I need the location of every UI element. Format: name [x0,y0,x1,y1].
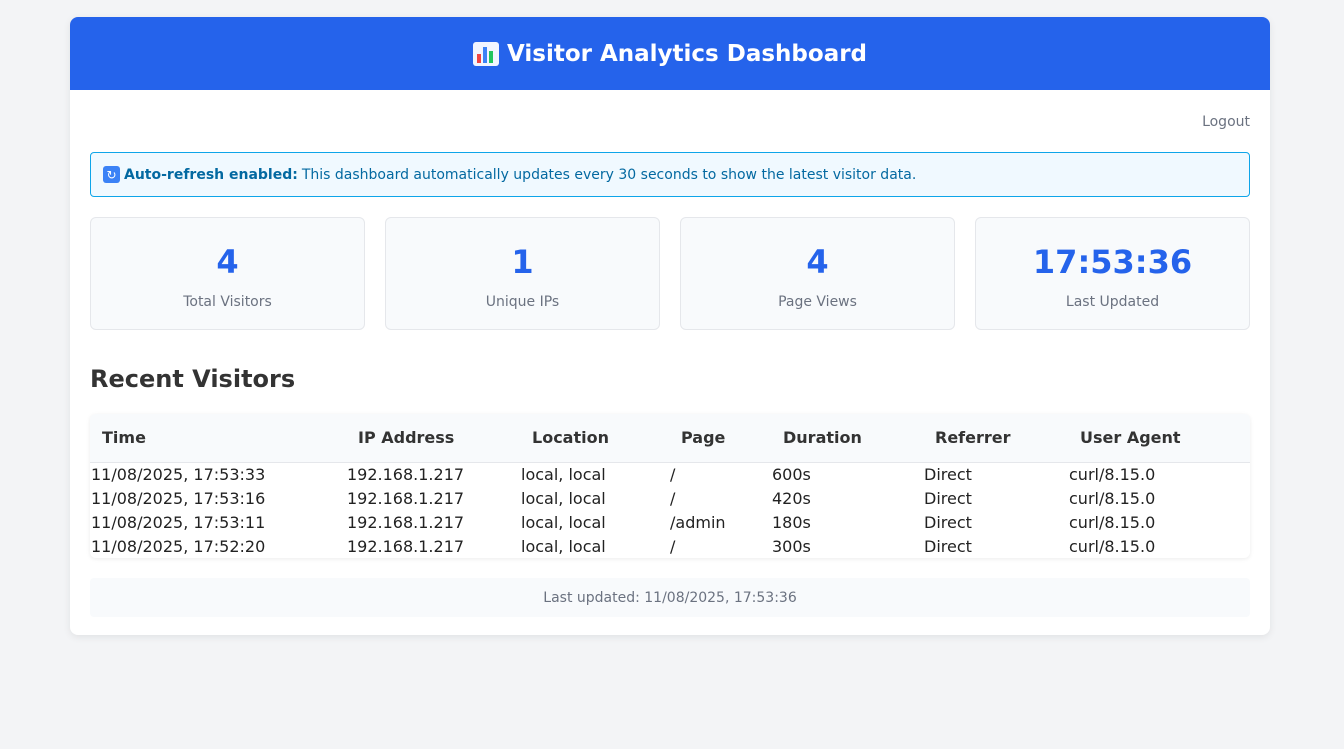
column-header-location[interactable]: Location [520,414,669,463]
cell-page: /admin [670,512,726,532]
cell-time: 11/08/2025, 17:53:16 [91,488,266,508]
column-header-duration[interactable]: Duration [771,414,923,463]
last-updated-footer: Last updated: 11/08/2025, 17:53:36 [90,578,1250,617]
cell-time: 11/08/2025, 17:53:11 [91,512,266,532]
cell-duration: 600s [772,464,811,484]
stat-value: 17:53:36 [1032,243,1193,281]
cell-location: local, local [521,488,606,508]
cell-ip-address: 192.168.1.217 [347,512,465,532]
stat-value: 1 [511,243,534,281]
page-title: Visitor Analytics Dashboard [506,40,868,67]
column-header-ip-address[interactable]: IP Address [346,414,520,463]
cell-time: 11/08/2025, 17:53:33 [91,464,266,484]
auto-refresh-notice: ↻ Auto-refresh enabled: This dashboard a… [90,152,1250,197]
stat-label: Total Visitors [183,294,272,310]
cell-ip-address: 192.168.1.217 [347,488,465,508]
cell-referrer: Direct [924,488,972,508]
visitors-table-container: Time IP Address Location Page Duration R… [90,414,1250,558]
cell-duration: 180s [772,512,811,532]
recent-visitors-heading: Recent Visitors [90,365,296,393]
stat-card-total-visitors: 4 Total Visitors [90,217,365,330]
stats-row: 4 Total Visitors 1 Unique IPs 4 Page Vie… [90,217,1250,330]
stat-value: 4 [806,243,829,281]
cell-user-agent: curl/8.15.0 [1069,536,1156,556]
dashboard-card: Visitor Analytics Dashboard Logout ↻ Aut… [70,17,1270,635]
cell-ip-address: 192.168.1.217 [347,536,465,556]
refresh-icon: ↻ [103,166,120,183]
table-header-row: Time IP Address Location Page Duration R… [90,414,1250,463]
table-row: 11/08/2025, 17:53:11 192.168.1.217 local… [90,510,1250,534]
notice-bold-label: Auto-refresh enabled: [124,166,298,183]
cell-ip-address: 192.168.1.217 [347,464,465,484]
main-content: Logout ↻ Auto-refresh enabled: This dash… [70,90,1270,617]
stat-label: Last Updated [1065,294,1160,310]
cell-page: / [670,464,676,484]
header-bar: Visitor Analytics Dashboard [70,17,1270,90]
cell-user-agent: curl/8.15.0 [1069,488,1156,508]
cell-location: local, local [521,512,606,532]
cell-duration: 420s [772,488,811,508]
cell-location: local, local [521,464,606,484]
table-row: 11/08/2025, 17:53:33 192.168.1.217 local… [90,462,1250,486]
stat-card-page-views: 4 Page Views [680,217,955,330]
stat-card-last-updated: 17:53:36 Last Updated [975,217,1250,330]
table-row: 11/08/2025, 17:53:16 192.168.1.217 local… [90,486,1250,510]
column-header-page[interactable]: Page [669,414,771,463]
cell-referrer: Direct [924,512,972,532]
bar-chart-icon [472,41,499,66]
notice-text: This dashboard automatically updates eve… [301,166,917,183]
cell-page: / [670,488,676,508]
cell-duration: 300s [772,536,811,556]
top-nav: Logout [90,90,1250,152]
stat-card-unique-ips: 1 Unique IPs [385,217,660,330]
cell-referrer: Direct [924,536,972,556]
cell-user-agent: curl/8.15.0 [1069,464,1156,484]
cell-page: / [670,536,676,556]
stat-label: Page Views [778,294,857,310]
column-header-referrer[interactable]: Referrer [923,414,1068,463]
column-header-user-agent[interactable]: User Agent [1068,414,1250,463]
cell-user-agent: curl/8.15.0 [1069,512,1156,532]
cell-referrer: Direct [924,464,972,484]
stat-value: 4 [216,243,239,281]
column-header-time[interactable]: Time [90,414,346,463]
table-row: 11/08/2025, 17:52:20 192.168.1.217 local… [90,534,1250,558]
cell-location: local, local [521,536,606,556]
stat-label: Unique IPs [485,294,560,310]
visitors-table: Time IP Address Location Page Duration R… [90,414,1250,558]
cell-time: 11/08/2025, 17:52:20 [91,536,266,556]
logout-link[interactable]: Logout [1202,114,1250,130]
